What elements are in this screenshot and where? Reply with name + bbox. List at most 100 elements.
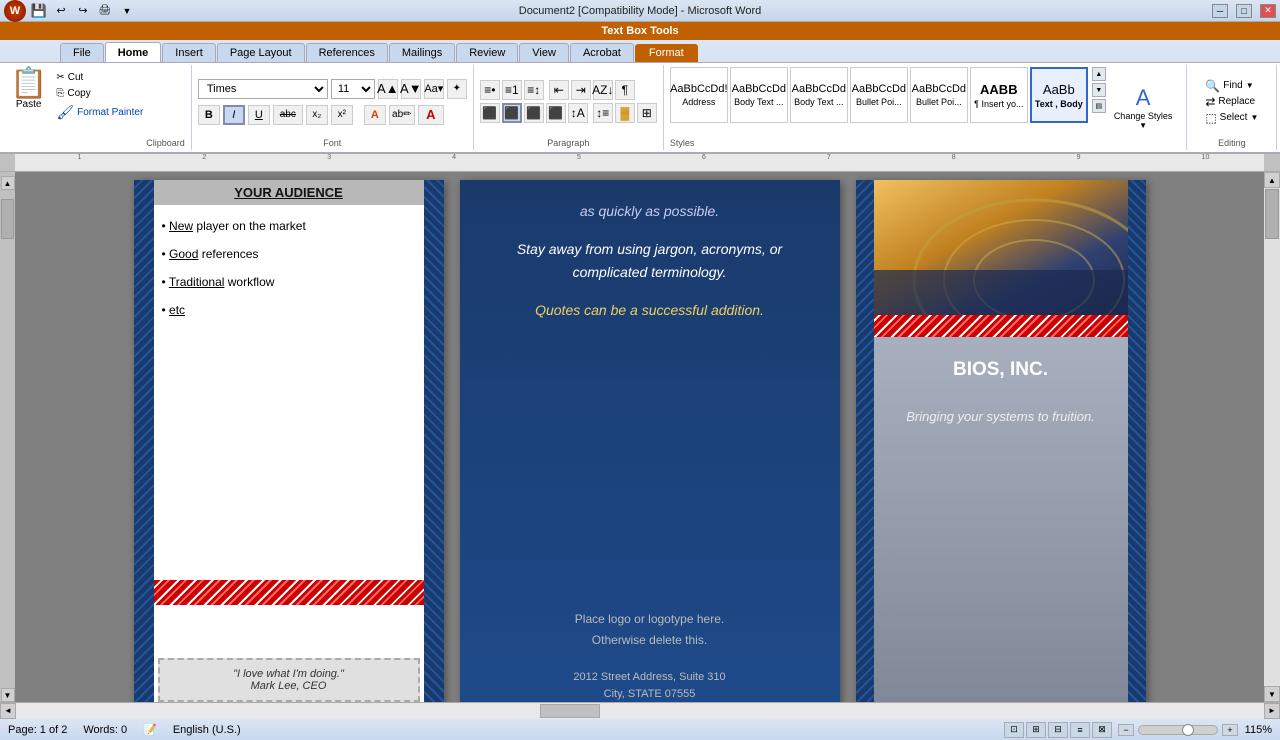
quick-print-icon[interactable]: 🖨 [96, 2, 114, 20]
dropdown-arrow-icon[interactable]: ▼ [118, 2, 136, 20]
maximize-button[interactable]: □ [1236, 4, 1252, 18]
cut-button[interactable]: ✂ Cut [53, 71, 146, 84]
show-paragraph-button[interactable]: ¶ [615, 80, 635, 100]
cut-label: Cut [68, 72, 84, 83]
vertical-scroll-thumb[interactable] [1, 199, 14, 239]
font-color-button[interactable]: A [418, 105, 444, 125]
tab-insert[interactable]: Insert [162, 43, 216, 62]
sidebar-top-marker[interactable]: ▲ [1, 176, 15, 190]
change-case-button[interactable]: Aa▾ [424, 79, 444, 99]
sort-button[interactable]: AZ↓ [593, 80, 613, 100]
change-styles-button[interactable]: A Change Styles ▼ [1106, 67, 1181, 148]
shading-button[interactable]: ▓ [615, 103, 635, 123]
scroll-down-button[interactable]: ▼ [1264, 686, 1280, 702]
tab-mailings[interactable]: Mailings [389, 43, 455, 62]
bold-button[interactable]: B [198, 105, 220, 125]
zoom-handle [1182, 724, 1194, 736]
style-bullet-2[interactable]: AaBbCcDd Bullet Poi... [910, 67, 968, 123]
text-direction-button[interactable]: ↕A [568, 103, 588, 123]
align-center-button[interactable]: ⬛ [502, 103, 522, 123]
align-left-button[interactable]: ⬛ [480, 103, 500, 123]
paste-button[interactable]: 📋 Paste [6, 67, 51, 112]
style-bullet-1-preview: AaBbCcDd [852, 83, 906, 95]
proofing-icon: 📝 [143, 723, 157, 736]
office-button[interactable]: W [4, 0, 26, 22]
justify-button[interactable]: ⬛ [546, 103, 566, 123]
line-spacing-button[interactable]: ↕≡ [593, 103, 613, 123]
style-insert[interactable]: AABB ¶ Insert yo... [970, 67, 1028, 123]
replace-button[interactable]: ⇄ Replace [1205, 95, 1258, 109]
gallery-scroll-up[interactable]: ▲ [1092, 67, 1106, 81]
style-body-text-1[interactable]: AaBbCcDd Body Text ... [730, 67, 788, 123]
bullet-1-rest: player on the market [193, 219, 306, 233]
quick-access-toolbar: W 💾 ↩ ↪ 🖨 ▼ [4, 0, 136, 22]
highlight-button[interactable]: ab✏ [389, 105, 415, 125]
zoom-slider[interactable] [1138, 725, 1218, 735]
underline-button[interactable]: U [248, 105, 270, 125]
scroll-up-button[interactable]: ▲ [1264, 172, 1280, 188]
view-print-layout[interactable]: ⊡ [1004, 722, 1024, 738]
undo-icon[interactable]: ↩ [52, 2, 70, 20]
scroll-thumb[interactable] [1265, 189, 1279, 239]
select-button[interactable]: ⬚ Select ▼ [1205, 111, 1258, 125]
style-address[interactable]: AaBbCcDd! Address [670, 67, 728, 123]
italic-button[interactable]: I [223, 105, 245, 125]
style-body-text-2[interactable]: AaBbCcDd Body Text ... [790, 67, 848, 123]
panel1-content: YOUR AUDIENCE • New player on the market… [154, 180, 424, 702]
superscript-button[interactable]: x² [331, 105, 353, 125]
decrease-indent-button[interactable]: ⇤ [549, 80, 569, 100]
format-painter-button[interactable]: 🖌 Format Painter [53, 103, 146, 122]
h-scroll-right-button[interactable]: ► [1264, 703, 1280, 719]
borders-button[interactable]: ⊞ [637, 103, 657, 123]
close-button[interactable]: ✕ [1260, 4, 1276, 18]
view-draft[interactable]: ⊠ [1092, 722, 1112, 738]
tab-review[interactable]: Review [456, 43, 518, 62]
tab-acrobat[interactable]: Acrobat [570, 43, 634, 62]
text-effects-button[interactable]: A [364, 105, 386, 125]
tab-references[interactable]: References [306, 43, 388, 62]
style-address-preview: AaBbCcDd! [670, 83, 727, 95]
tab-page-layout[interactable]: Page Layout [217, 43, 305, 62]
view-buttons: ⊡ ⊞ ⊟ ≡ ⊠ [1004, 722, 1112, 738]
font-name-select[interactable]: Times [198, 79, 328, 99]
tab-home[interactable]: Home [105, 42, 162, 62]
subscript-button[interactable]: x₂ [306, 105, 328, 125]
zoom-out-button[interactable]: − [1118, 724, 1134, 736]
view-web-layout[interactable]: ⊟ [1048, 722, 1068, 738]
style-text-body[interactable]: AaBb Text , Body [1030, 67, 1088, 123]
redo-icon[interactable]: ↪ [74, 2, 92, 20]
styles-group: AaBbCcDd! Address AaBbCcDd Body Text ...… [664, 65, 1188, 150]
numbering-button[interactable]: ≡1 [502, 80, 522, 100]
clear-format-button[interactable]: ✦ [447, 79, 467, 99]
view-outline[interactable]: ≡ [1070, 722, 1090, 738]
style-bullet-1[interactable]: AaBbCcDd Bullet Poi... [850, 67, 908, 123]
style-bullet-2-label: Bullet Poi... [916, 97, 962, 107]
h-scroll-left-button[interactable]: ◄ [0, 703, 16, 719]
save-icon[interactable]: 💾 [30, 2, 48, 20]
gallery-scroll-down[interactable]: ▼ [1092, 83, 1106, 97]
sidebar-bottom-marker[interactable]: ▼ [1, 688, 15, 702]
tab-view[interactable]: View [519, 43, 569, 62]
strikethrough-button[interactable]: abc [273, 105, 303, 125]
h-scroll-thumb[interactable] [540, 704, 600, 718]
ruler-mark-8: 8 [952, 154, 956, 161]
align-right-button[interactable]: ⬛ [524, 103, 544, 123]
minimize-button[interactable]: ─ [1212, 4, 1228, 18]
multilevel-list-button[interactable]: ≡↕ [524, 80, 544, 100]
zoom-level[interactable]: 115% [1242, 724, 1272, 736]
tab-file[interactable]: File [60, 43, 104, 62]
bullets-button[interactable]: ≡• [480, 80, 500, 100]
increase-indent-button[interactable]: ⇥ [571, 80, 591, 100]
copy-button[interactable]: ⎘ Copy [53, 87, 146, 100]
gallery-more[interactable]: ▤ [1092, 99, 1106, 113]
panel1-quote[interactable]: "I love what I'm doing." Mark Lee, CEO [158, 658, 420, 702]
font-shrink-button[interactable]: A▼ [401, 79, 421, 99]
font-size-select[interactable]: 11 [331, 79, 375, 99]
view-full-screen[interactable]: ⊞ [1026, 722, 1046, 738]
zoom-in-button[interactable]: + [1222, 724, 1238, 736]
page-info: Page: 1 of 2 [8, 724, 67, 736]
tab-format[interactable]: Format [635, 44, 698, 62]
replace-label: Replace [1218, 96, 1255, 107]
font-grow-button[interactable]: A▲ [378, 79, 398, 99]
find-button[interactable]: 🔍 Find ▼ [1205, 79, 1258, 93]
